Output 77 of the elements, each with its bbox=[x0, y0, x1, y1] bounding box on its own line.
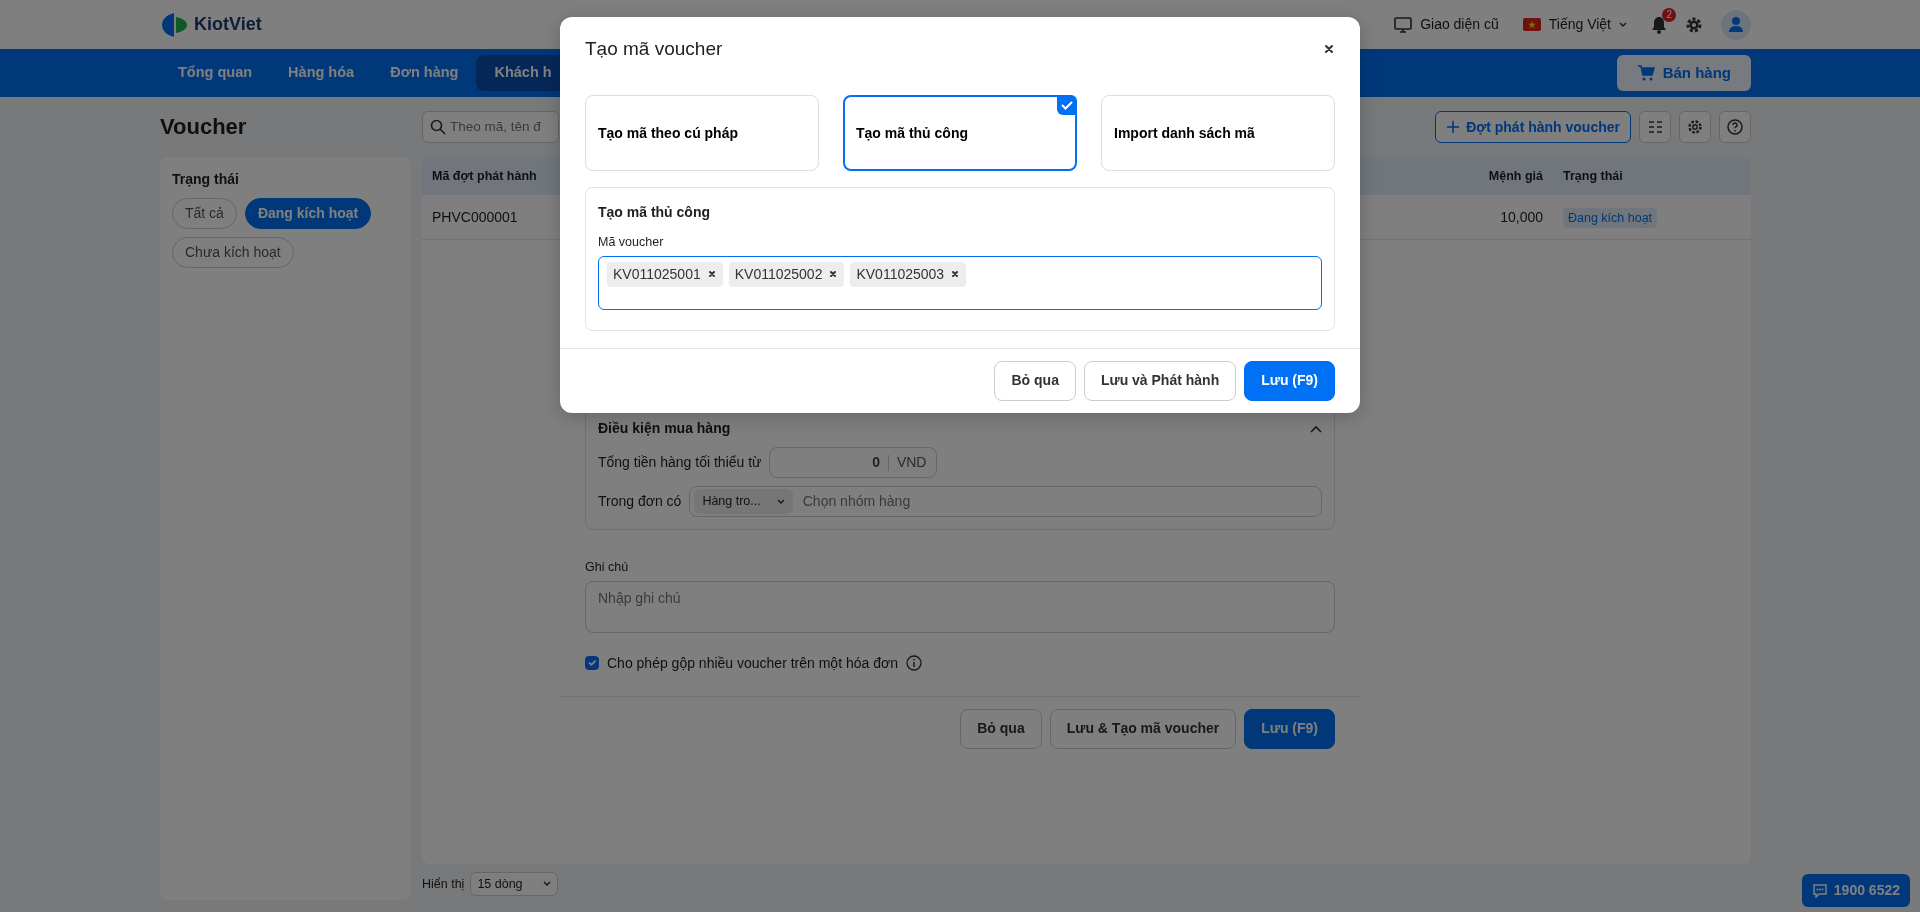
close-icon[interactable] bbox=[1323, 43, 1335, 55]
note-field[interactable]: Nhập ghi chú bbox=[585, 580, 1335, 633]
checkbox-label: Cho phép gộp nhiều voucher trên một hóa đơn bbox=[607, 653, 898, 673]
save-button[interactable]: Lưu (F9) bbox=[1244, 708, 1335, 749]
voucher-code-field[interactable]: KV011025001 KV011025002 KV011025003 bbox=[598, 255, 1322, 310]
method-option[interactable]: Import danh sách mã bbox=[1101, 95, 1335, 171]
code-tag: KV011025001 bbox=[607, 261, 723, 287]
menu-tab[interactable]: Đơn hàng bbox=[372, 55, 477, 91]
status-badge: Đang kích hoạt bbox=[1563, 207, 1658, 228]
check-icon bbox=[1057, 95, 1077, 115]
column-header: Trạng thái bbox=[1562, 167, 1624, 185]
field-label: Ghi chú bbox=[585, 559, 630, 576]
settings-button[interactable] bbox=[1679, 111, 1711, 143]
code-tag: KV011025002 bbox=[728, 261, 845, 287]
search-icon bbox=[430, 119, 446, 135]
notification-badge: 2 bbox=[1662, 7, 1676, 22]
method-option[interactable]: Tạo mã thủ công bbox=[843, 95, 1077, 171]
filter-chip[interactable]: Tất cả bbox=[172, 198, 237, 229]
group-select-field[interactable]: Hàng tro... Chọn nhóm hàng bbox=[689, 486, 1322, 517]
combine-checkbox[interactable] bbox=[585, 656, 599, 671]
remove-icon[interactable] bbox=[828, 269, 839, 280]
monitor-icon bbox=[1394, 16, 1413, 33]
code-tag: KV011025003 bbox=[850, 261, 967, 287]
language-selector[interactable]: Tiếng Việt bbox=[1522, 14, 1627, 35]
dialog-button[interactable]: Bỏ qua bbox=[960, 708, 1042, 749]
columns-button[interactable] bbox=[1639, 111, 1671, 143]
menu-tab[interactable]: Hàng hóa bbox=[270, 55, 373, 91]
field-label: Tổng tiền hàng tối thiểu từ bbox=[598, 453, 762, 472]
column-header: Mệnh giá bbox=[1487, 167, 1543, 185]
method-option[interactable]: Tạo mã theo cú pháp bbox=[585, 95, 819, 171]
filter-chip[interactable]: Chưa kích hoạt bbox=[172, 237, 294, 268]
filter-chip[interactable]: Đang kích hoạt bbox=[244, 198, 372, 229]
list-icon bbox=[1647, 119, 1663, 135]
caret-icon bbox=[1619, 21, 1627, 28]
settings-icon bbox=[1687, 119, 1703, 135]
field-label: Mã voucher bbox=[598, 234, 665, 251]
chevron-down-icon bbox=[776, 498, 785, 505]
bell-icon[interactable] bbox=[1651, 15, 1667, 34]
chevron-down-icon bbox=[542, 881, 551, 887]
create-batch-button[interactable]: Đợt phát hành voucher bbox=[1435, 111, 1631, 143]
logo-icon bbox=[160, 10, 190, 39]
logo-text: KiotViet bbox=[194, 13, 262, 36]
info-icon bbox=[905, 655, 922, 672]
section-title: Điều kiện mua hàng bbox=[598, 419, 731, 438]
page-title: Voucher bbox=[160, 113, 248, 141]
avatar-icon[interactable] bbox=[1721, 9, 1751, 40]
old-ui-link[interactable]: Giao diện cũ bbox=[1394, 14, 1499, 35]
flag-icon bbox=[1522, 18, 1541, 31]
filter-title: Trạng thái bbox=[172, 170, 240, 189]
dialog-button[interactable]: Lưu & Tạo mã voucher bbox=[1049, 708, 1237, 749]
dialog-title: Tạo mã voucher bbox=[585, 37, 723, 61]
sell-button[interactable]: Bán hàng bbox=[1616, 55, 1751, 91]
remove-icon[interactable] bbox=[950, 269, 961, 280]
column-header: Mã đợt phát hành bbox=[432, 167, 537, 185]
section-title: Tạo mã thủ công bbox=[598, 203, 711, 222]
remove-icon[interactable] bbox=[706, 269, 717, 280]
table-cell-text: PHVC000001 bbox=[432, 207, 518, 227]
search-input[interactable]: Theo mã, tên đ bbox=[450, 116, 557, 138]
page-size-label: Hiển thị bbox=[422, 875, 465, 893]
page-size-select[interactable]: 15 dòng bbox=[470, 872, 558, 896]
menu-tab[interactable]: Tổng quan bbox=[160, 55, 271, 91]
save-button[interactable]: Lưu (F9) bbox=[1244, 360, 1335, 401]
field-label: Trong đơn có bbox=[598, 492, 682, 511]
chat-icon bbox=[1811, 883, 1828, 898]
cart-icon bbox=[1636, 65, 1655, 81]
help-icon bbox=[1727, 119, 1743, 135]
table-cell-text: 10,000 bbox=[1499, 207, 1543, 227]
dialog-button[interactable]: Bỏ qua bbox=[994, 360, 1076, 401]
chevron-up-icon[interactable] bbox=[1310, 424, 1322, 433]
dialog-button[interactable]: Lưu và Phát hành bbox=[1083, 360, 1237, 401]
hotline-button[interactable]: 1900 6522 bbox=[1801, 874, 1910, 907]
search-field[interactable]: Theo mã, tên đ bbox=[422, 111, 559, 143]
plus-icon bbox=[1446, 120, 1461, 134]
amount-field[interactable]: 0 VND bbox=[769, 447, 938, 478]
help-button[interactable] bbox=[1719, 111, 1751, 143]
settings-icon[interactable] bbox=[1685, 15, 1703, 34]
mode-select[interactable]: Hàng tro... bbox=[694, 489, 793, 514]
